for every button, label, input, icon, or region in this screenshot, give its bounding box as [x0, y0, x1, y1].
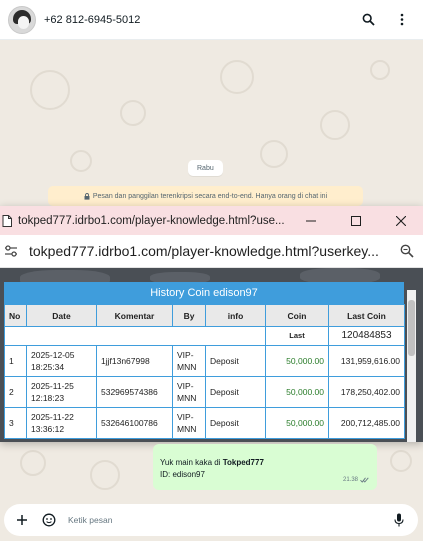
last-label: Last	[265, 326, 329, 346]
history-title: History Coin edison97	[4, 282, 404, 304]
cell-date: 2025-11-25 12:18:23	[26, 376, 97, 408]
tune-icon[interactable]	[4, 244, 18, 258]
lock-icon	[84, 192, 90, 200]
column-header: Komentar	[96, 304, 173, 327]
maximize-icon[interactable]	[333, 206, 378, 235]
avatar[interactable]	[8, 5, 36, 34]
message-line-2: ID: edison97	[160, 470, 205, 479]
cell-komentar: 532969574386	[96, 376, 173, 408]
mic-icon[interactable]	[394, 513, 408, 527]
chat-header: +62 812-6945-5012	[0, 0, 423, 40]
double-check-icon	[360, 477, 369, 483]
cell-last-coin: 131,959,616.00	[328, 345, 405, 377]
cell-date: 2025-12-05 18:25:34	[26, 345, 97, 377]
cell-no: 1	[4, 345, 27, 377]
column-header: info	[205, 304, 266, 327]
page-content: History Coin edison97 No Date Komentar B…	[0, 268, 423, 442]
compose-footer: Ketik pesan	[0, 500, 423, 541]
history-coin-panel: History Coin edison97 No Date Komentar B…	[4, 282, 405, 439]
scroll-thumb[interactable]	[408, 300, 415, 356]
browser-popup-window: tokped777.idrbo1.com/player-knowledge.ht…	[0, 206, 423, 442]
cell-info: Deposit	[205, 407, 266, 439]
column-header: Last Coin	[328, 304, 405, 327]
cell-coin: 50,000.00	[265, 345, 329, 377]
url-text[interactable]: tokped777.idrbo1.com/player-knowledge.ht…	[29, 243, 389, 259]
cell-last-coin: 200,712,485.00	[328, 407, 405, 439]
cell-date: 2025-11-22 13:36:12	[26, 407, 97, 439]
message-input[interactable]: Ketik pesan	[68, 515, 112, 525]
minimize-icon[interactable]	[288, 206, 333, 235]
cell-no: 2	[4, 376, 27, 408]
message-line-1: Yuk main kaka di Tokped777	[160, 458, 264, 467]
cell-no: 3	[4, 407, 27, 439]
window-title-bar[interactable]: tokped777.idrbo1.com/player-knowledge.ht…	[0, 206, 423, 235]
cell-coin: 50,000.00	[265, 376, 329, 408]
date-pill: Rabu	[188, 160, 223, 176]
cell-info: Deposit	[205, 345, 266, 377]
sticker-icon[interactable]	[42, 513, 56, 527]
cell-komentar: 1jjf13n67998	[96, 345, 173, 377]
cell-by: VIP-MNN	[172, 407, 206, 439]
search-icon[interactable]	[361, 13, 375, 27]
window-title: tokped777.idrbo1.com/player-knowledge.ht…	[18, 214, 285, 227]
cell-coin: 50,000.00	[265, 407, 329, 439]
column-header: Coin	[265, 304, 329, 327]
cell-last-coin: 178,250,402.00	[328, 376, 405, 408]
column-header: No	[4, 304, 27, 327]
encryption-note[interactable]: Pesan dan panggilan terenkripsi secara e…	[48, 186, 363, 206]
table-row: 3 2025-11-22 13:36:12 532646100786 VIP-M…	[4, 407, 405, 439]
encryption-text: Pesan dan panggilan terenkripsi secara e…	[92, 192, 328, 200]
contact-name[interactable]: +62 812-6945-5012	[44, 14, 140, 26]
cell-info: Deposit	[205, 376, 266, 408]
table-header-row: No Date Komentar By info Coin Last Coin	[4, 304, 405, 327]
zoom-icon[interactable]	[400, 244, 414, 258]
page-scrollbar[interactable]	[407, 290, 416, 442]
table-row: 2 2025-11-25 12:18:23 532969574386 VIP-M…	[4, 376, 405, 408]
cell-by: VIP-MNN	[172, 376, 206, 408]
plus-icon[interactable]	[16, 513, 30, 527]
cell-by: VIP-MNN	[172, 345, 206, 377]
message-bubble[interactable]: Yuk main kaka di Tokped777 ID: edison97 …	[153, 444, 377, 490]
message-time: 21.38	[343, 474, 369, 486]
url-bar[interactable]: tokped777.idrbo1.com/player-knowledge.ht…	[0, 235, 423, 268]
compose-bar: Ketik pesan	[4, 504, 418, 536]
last-coin-row: Last 120484853	[4, 326, 405, 346]
more-vert-icon[interactable]	[395, 13, 409, 27]
table-row: 1 2025-12-05 18:25:34 1jjf13n67998 VIP-M…	[4, 345, 405, 377]
column-header: Date	[26, 304, 97, 327]
last-value: 120484853	[328, 326, 405, 346]
history-table: No Date Komentar By info Coin Last Coin …	[4, 304, 405, 439]
column-header: By	[172, 304, 206, 327]
close-icon[interactable]	[378, 206, 423, 235]
site-page-icon	[2, 214, 12, 227]
cell-komentar: 532646100786	[96, 407, 173, 439]
